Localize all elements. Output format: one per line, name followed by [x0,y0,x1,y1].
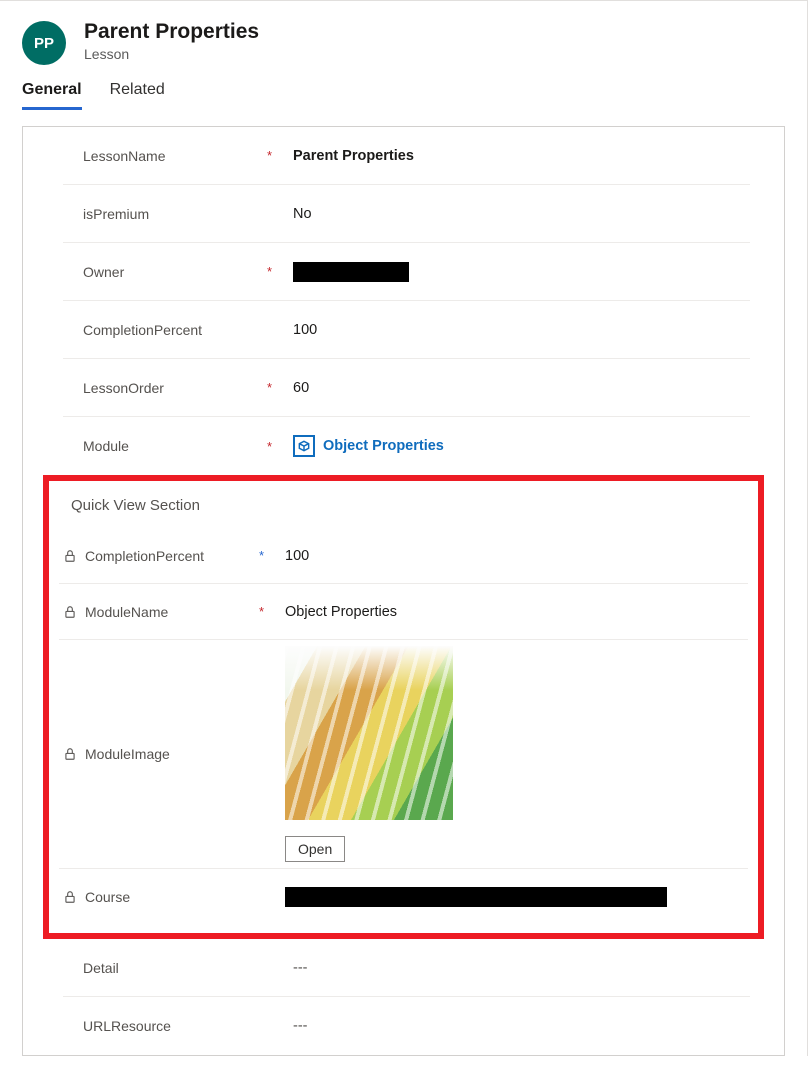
url-resource-label: URLResource [83,1018,259,1034]
field-lesson-order[interactable]: LessonOrder * 60 [63,359,750,417]
lesson-order-label: LessonOrder [83,380,259,396]
module-link-text[interactable]: Object Properties [323,438,444,454]
avatar: PP [22,21,66,65]
lesson-name-label: LessonName [83,148,259,164]
lookup-entity-icon [293,435,315,457]
redacted-course [285,887,667,907]
field-completion-percent[interactable]: CompletionPercent 100 [63,301,750,359]
qv-field-module-image: ModuleImage Open [59,640,748,869]
lock-icon [63,890,77,904]
qv-field-module-name: ModuleName * Object Properties [59,584,748,640]
lesson-name-value[interactable]: Parent Properties [293,148,716,164]
qv-module-name-value: Object Properties [285,604,744,620]
completion-percent-value[interactable]: 100 [293,322,716,338]
qv-course-value [285,887,744,907]
field-is-premium[interactable]: isPremium No [63,185,750,243]
is-premium-label: isPremium [83,206,259,222]
detail-value[interactable]: --- [293,960,716,976]
required-mark: * [267,264,285,279]
owner-value[interactable] [293,262,716,282]
quick-view-title: Quick View Section [59,481,748,528]
required-mark: * [267,380,285,395]
module-label: Module [83,438,259,454]
field-owner[interactable]: Owner * [63,243,750,301]
qv-module-name-label: ModuleName [63,604,251,620]
field-detail[interactable]: Detail --- [63,939,750,997]
required-mark: * [267,148,285,163]
url-resource-value[interactable]: --- [293,1018,716,1034]
field-module[interactable]: Module * Object Properties [63,417,750,475]
avatar-initials: PP [34,35,54,52]
qv-module-image-value: Open [285,646,744,862]
lock-icon [63,549,77,563]
module-image-thumbnail[interactable] [285,646,453,820]
completion-percent-label: CompletionPercent [83,322,259,338]
qv-field-completion-percent: CompletionPercent * 100 [59,528,748,584]
tab-related[interactable]: Related [110,75,165,109]
form-panel: LessonName * Parent Properties isPremium… [22,126,785,1056]
lock-icon [63,747,77,761]
required-mark: * [259,604,277,619]
tab-strip: General Related [0,75,807,110]
required-mark: * [267,439,285,454]
module-value[interactable]: Object Properties [293,435,716,457]
is-premium-value[interactable]: No [293,206,716,222]
qv-course-label: Course [63,889,251,905]
detail-label: Detail [83,960,259,976]
page-subtitle: Lesson [84,46,259,62]
redacted-owner [293,262,409,282]
qv-field-course: Course [59,869,748,925]
lock-icon [63,605,77,619]
qv-completion-percent-label: CompletionPercent [63,548,251,564]
qv-completion-percent-value: 100 [285,548,744,564]
lesson-order-value[interactable]: 60 [293,380,716,396]
recommended-mark: * [259,548,277,563]
field-url-resource[interactable]: URLResource --- [63,997,750,1055]
qv-module-image-label: ModuleImage [63,746,251,762]
owner-label: Owner [83,264,259,280]
page-title: Parent Properties [84,19,259,44]
record-header: PP Parent Properties Lesson [0,1,807,75]
title-block: Parent Properties Lesson [84,19,259,62]
open-image-button[interactable]: Open [285,836,345,862]
tab-general[interactable]: General [22,75,82,109]
field-lesson-name[interactable]: LessonName * Parent Properties [63,127,750,185]
quick-view-section: Quick View Section CompletionPercent * 1… [43,475,764,939]
